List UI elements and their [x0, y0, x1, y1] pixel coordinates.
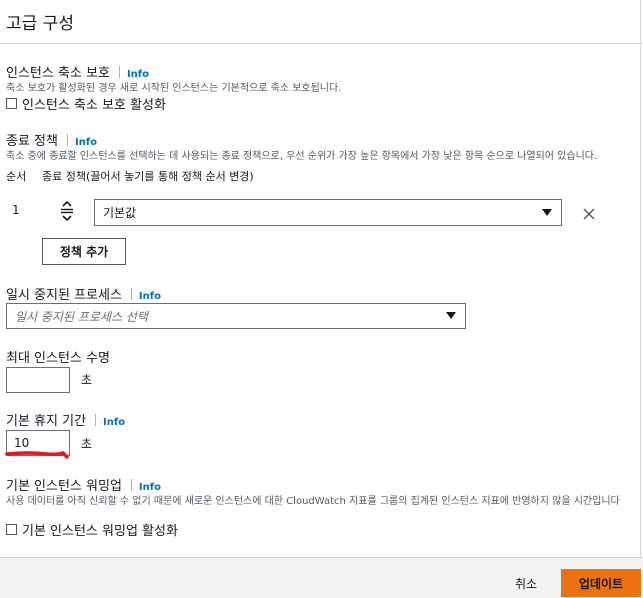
suspended-processes-heading: 일시 중지된 프로세스 Info [6, 284, 161, 303]
suspended-processes-select[interactable]: 일시 중지된 프로세스 선택 [6, 303, 466, 329]
header-divider [0, 43, 643, 44]
default-cooldown-label: 기본 휴지 기간 [6, 414, 87, 429]
default-warmup-checkbox-label[interactable]: 기본 인스턴스 워밍업 활성화 [22, 520, 178, 539]
max-instance-lifetime-unit: 초 [81, 373, 93, 387]
column-header-order: 순서 [6, 170, 27, 183]
caret-down-icon [446, 312, 456, 319]
suspended-processes-label: 일시 중지된 프로세스 [6, 288, 122, 303]
cancel-button[interactable]: 취소 [515, 575, 537, 592]
suspended-processes-info-link[interactable]: Info [139, 291, 161, 302]
termination-policy-select[interactable]: 기본값 [94, 199, 562, 226]
default-cooldown-heading: 기본 휴지 기간 Info [6, 410, 125, 429]
update-button[interactable]: 업데이트 [561, 569, 641, 597]
red-underline-annotation [5, 448, 71, 462]
drag-handle-icon[interactable] [58, 200, 76, 222]
policy-row-order: 1 [12, 203, 20, 217]
suspended-processes-placeholder: 일시 중지된 프로세스 선택 [15, 309, 148, 324]
default-warmup-checkbox[interactable] [6, 524, 17, 535]
termination-policy-selected-value: 기본값 [103, 206, 137, 220]
info-separator [66, 134, 68, 146]
page-title: 고급 구성 [6, 14, 74, 34]
info-separator [118, 66, 120, 78]
info-separator [95, 414, 97, 426]
panel-right-border [640, 0, 641, 557]
info-separator [130, 288, 132, 300]
default-cooldown-unit: 초 [81, 437, 93, 451]
max-instance-lifetime-input[interactable] [6, 367, 70, 393]
footer-bar [0, 557, 643, 598]
scale-in-protection-description: 축소 보호가 활성화된 경우 새로 시작된 인스턴스는 기본적으로 축소 보호됩… [6, 83, 342, 94]
caret-down-icon [542, 208, 552, 216]
scale-in-protection-checkbox[interactable] [6, 98, 17, 109]
termination-policy-description: 축소 중에 종료할 인스턴스를 선택하는 데 사용되는 종료 정책으로, 우선 … [6, 151, 598, 162]
column-header-policy: 종료 정책(끌어서 놓기를 통해 정책 순서 변경) [42, 170, 254, 183]
scale-in-protection-checkbox-label[interactable]: 인스턴스 축소 보호 활성화 [22, 94, 166, 113]
default-cooldown-info-link[interactable]: Info [103, 417, 125, 428]
info-separator [130, 479, 132, 491]
default-warmup-description: 사용 데이터를 아직 신뢰할 수 없기 때문에 새로운 인스턴스에 대한 Clo… [6, 496, 620, 507]
close-icon[interactable] [582, 206, 596, 220]
max-instance-lifetime-label: 최대 인스턴스 수명 [6, 351, 110, 366]
add-policy-button[interactable]: 정책 추가 [42, 238, 126, 265]
